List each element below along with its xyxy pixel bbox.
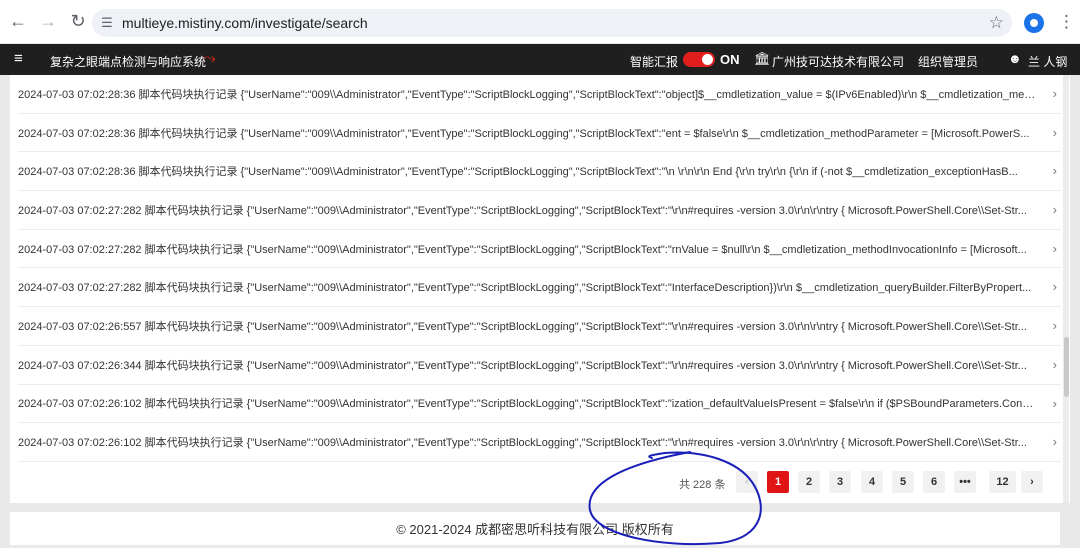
page-button-2[interactable]: 2 <box>798 471 820 493</box>
toggle-state-label: ON <box>720 52 740 67</box>
log-entry-text: 2024-07-03 07:02:28:36 脚本代码块执行记录 {"UserN… <box>18 127 1030 140</box>
browser-toolbar: ← → ↻ ☰ multieye.mistiny.com/investigate… <box>0 0 1080 44</box>
pagination: 共 228 条 ‹ 1 2 3 4 5 6 ••• 12 › <box>10 471 1070 495</box>
copyright-text: © 2021-2024 成都密思听科技有限公司 版权所有 <box>396 522 674 537</box>
chevron-right-icon[interactable]: › <box>1053 279 1057 294</box>
page-button-3[interactable]: 3 <box>829 471 851 493</box>
page-button-12[interactable]: 12 <box>989 471 1016 493</box>
log-entry-text: 2024-07-03 07:02:26:102 脚本代码块执行记录 {"User… <box>18 437 1027 450</box>
user-name[interactable]: 兰 人钢 <box>1028 53 1067 70</box>
building-icon: 🏛 <box>754 51 771 66</box>
page-button-6[interactable]: 6 <box>923 471 945 493</box>
next-page-button[interactable]: › <box>1021 471 1043 493</box>
chevron-right-icon[interactable]: › <box>1053 125 1057 140</box>
log-entry-text: 2024-07-03 07:02:27:282 脚本代码块执行记录 {"User… <box>18 204 1027 217</box>
chevron-right-icon[interactable]: › <box>1053 241 1057 256</box>
scrollbar[interactable] <box>1063 75 1069 503</box>
bookmark-star-icon[interactable]: ☆ <box>989 13 1004 33</box>
log-entry-text: 2024-07-03 07:02:26:557 脚本代码块执行记录 {"User… <box>18 320 1027 333</box>
company-name[interactable]: 广州技可达技术有限公司 <box>772 53 904 70</box>
total-count: 共 228 条 <box>679 479 726 491</box>
page-button-4[interactable]: 4 <box>861 471 883 493</box>
app-title: 复杂之眼端点检测与响应系统 <box>50 55 207 69</box>
footer: © 2021-2024 成都密思听科技有限公司 版权所有 <box>10 512 1060 545</box>
log-list: 2024-07-03 07:02:28:36 脚本代码块执行记录 {"UserN… <box>18 75 1061 462</box>
back-icon[interactable]: ← <box>4 8 32 36</box>
log-entry-text: 2024-07-03 07:02:28:36 脚本代码块执行记录 {"UserN… <box>18 166 1018 179</box>
user-icon: ☻ <box>1008 51 1022 66</box>
log-entry-text: 2024-07-03 07:02:26:102 脚本代码块执行记录 {"User… <box>18 398 1036 411</box>
org-management-link[interactable]: 组织管理员 <box>918 53 978 70</box>
log-row[interactable]: 2024-07-03 07:02:27:282 脚本代码块执行记录 {"User… <box>18 268 1061 308</box>
hamburger-menu-icon[interactable]: ≡ <box>14 50 23 67</box>
smart-report-toggle[interactable] <box>683 52 715 67</box>
app-header: ≡ 复杂之眼端点检测与响应系统 ⤳ 智能汇报 ON 🏛 广州技可达技术有限公司 … <box>0 44 1080 75</box>
log-entry-text: 2024-07-03 07:02:26:344 脚本代码块执行记录 {"User… <box>18 359 1027 372</box>
smart-report-label: 智能汇报 <box>630 55 679 69</box>
log-row[interactable]: 2024-07-03 07:02:28:36 脚本代码块执行记录 {"UserN… <box>18 114 1061 153</box>
chevron-right-icon[interactable]: › <box>1053 434 1057 449</box>
forward-icon[interactable]: → <box>34 8 62 36</box>
log-row[interactable]: 2024-07-03 07:02:26:344 脚本代码块执行记录 {"User… <box>18 346 1061 385</box>
log-entry-text: 2024-07-03 07:02:27:282 脚本代码块执行记录 {"User… <box>18 282 1032 295</box>
profile-avatar-icon[interactable] <box>1024 13 1044 33</box>
chevron-right-icon[interactable]: › <box>1053 86 1057 101</box>
chevron-right-icon[interactable]: › <box>1053 357 1057 372</box>
prev-page-button[interactable]: ‹ <box>736 471 758 493</box>
reload-icon[interactable]: ↻ <box>64 8 92 36</box>
log-row[interactable]: 2024-07-03 07:02:28:36 脚本代码块执行记录 {"UserN… <box>18 152 1061 192</box>
site-settings-icon[interactable]: ☰ <box>92 15 122 31</box>
log-entry-text: 2024-07-03 07:02:27:282 脚本代码块执行记录 {"User… <box>18 243 1027 256</box>
address-bar[interactable]: ☰ multieye.mistiny.com/investigate/searc… <box>92 9 1012 37</box>
chevron-right-icon[interactable]: › <box>1053 396 1057 411</box>
url-text[interactable]: multieye.mistiny.com/investigate/search <box>122 15 368 31</box>
log-row[interactable]: 2024-07-03 07:02:27:282 脚本代码块执行记录 {"User… <box>18 191 1061 230</box>
search-results-panel: 2024-07-03 07:02:28:36 脚本代码块执行记录 {"UserN… <box>10 75 1070 503</box>
chevron-right-icon[interactable]: › <box>1053 318 1057 333</box>
log-entry-text: 2024-07-03 07:02:28:36 脚本代码块执行记录 {"UserN… <box>18 88 1036 101</box>
log-row[interactable]: 2024-07-03 07:02:26:557 脚本代码块执行记录 {"User… <box>18 307 1061 346</box>
page-button-5[interactable]: 5 <box>892 471 914 493</box>
log-row[interactable]: 2024-07-03 07:02:28:36 脚本代码块执行记录 {"UserN… <box>18 75 1061 114</box>
log-row[interactable]: 2024-07-03 07:02:26:102 脚本代码块执行记录 {"User… <box>18 385 1061 424</box>
chevron-right-icon[interactable]: › <box>1053 163 1057 178</box>
log-row[interactable]: 2024-07-03 07:02:27:282 脚本代码块执行记录 {"User… <box>18 230 1061 269</box>
page-button-1[interactable]: 1 <box>767 471 789 493</box>
page-ellipsis-button[interactable]: ••• <box>954 471 976 493</box>
log-row[interactable]: 2024-07-03 07:02:26:102 脚本代码块执行记录 {"User… <box>18 423 1061 462</box>
logo-icon: ⤳ <box>203 50 216 67</box>
chevron-right-icon[interactable]: › <box>1053 202 1057 217</box>
browser-menu-icon[interactable]: ⋮ <box>1058 12 1075 32</box>
